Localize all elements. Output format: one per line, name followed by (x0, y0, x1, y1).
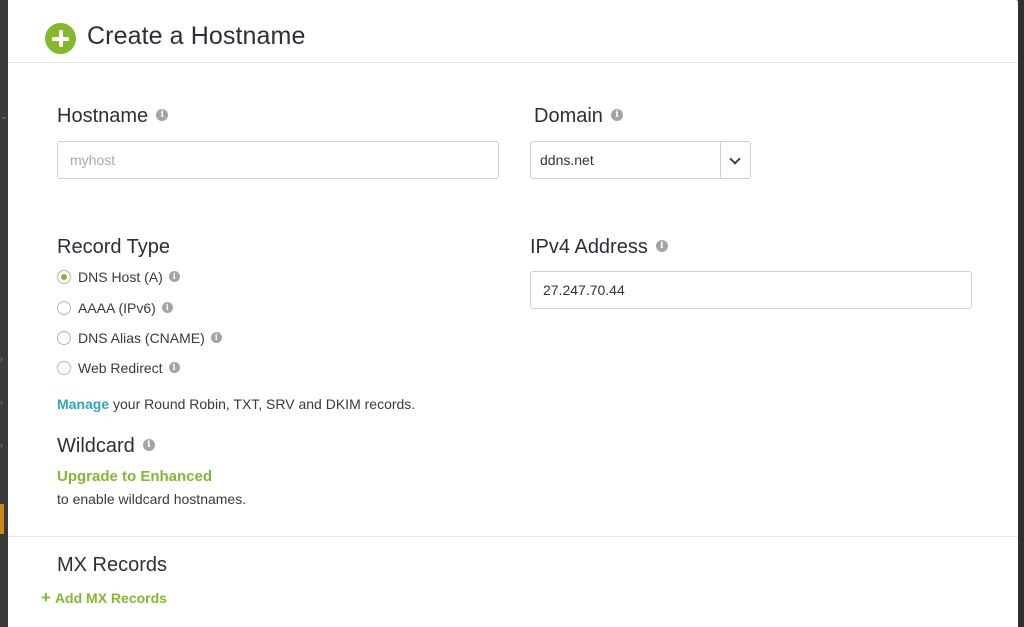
radio-option-label: Web Redirect (78, 360, 163, 376)
create-hostname-modal: Create a Hostname Hostnamei Domaini ddns… (8, 0, 1018, 627)
radio-option-label: DNS Host (A) (78, 269, 163, 285)
radio-option-label: DNS Alias (CNAME) (78, 330, 205, 346)
plus-circle-icon (45, 23, 76, 54)
wildcard-note: to enable wildcard hostnames. (57, 491, 247, 507)
backdrop-tab (0, 504, 4, 534)
info-icon[interactable]: i (142, 438, 155, 451)
radio-button[interactable] (57, 331, 71, 345)
mx-records-label: MX Records (57, 554, 167, 577)
info-icon[interactable]: i (610, 108, 623, 121)
mx-records-label-text: MX Records (57, 554, 168, 576)
radio-option-label: AAAA (IPv6) (78, 300, 156, 316)
info-icon[interactable]: i (210, 331, 222, 343)
info-icon[interactable]: i (161, 301, 173, 313)
radio-button[interactable] (57, 270, 71, 284)
wildcard-label-text: Wildcard (57, 435, 135, 457)
chevron-right-icon: › (0, 397, 3, 407)
radio-option-aaaa[interactable]: AAAA (IPv6) i (57, 299, 173, 317)
record-type-label-text: Record Type (57, 236, 171, 258)
domain-select-toggle[interactable] (720, 142, 750, 178)
chevron-right-icon: › (0, 354, 3, 364)
page-title: Create a Hostname (87, 22, 306, 50)
info-icon[interactable]: i (655, 239, 668, 252)
radio-option-web-redirect[interactable]: Web Redirect i (57, 359, 180, 377)
hostname-input[interactable] (57, 141, 499, 179)
domain-select[interactable]: ddns.net (530, 141, 751, 179)
plus-icon: + (41, 588, 51, 607)
hostname-label-text: Hostname (57, 105, 149, 127)
add-mx-records-label: Add MX Records (54, 590, 167, 606)
radio-button[interactable] (57, 301, 71, 315)
manage-text: your Round Robin, TXT, SRV and DKIM reco… (113, 396, 416, 412)
chevron-right-icon: › (0, 440, 3, 450)
chevron-down-icon: ⌄ (0, 111, 8, 121)
upgrade-link[interactable]: Upgrade to Enhanced (57, 468, 212, 485)
ipv4-label-text: IPv4 Address (530, 236, 648, 258)
record-type-label: Record Type (57, 236, 170, 259)
hostname-label: Hostname i (57, 105, 169, 128)
info-icon[interactable]: i (168, 361, 180, 373)
backdrop-left: ⌄ › › › (0, 0, 8, 627)
wildcard-label: Wildcard i (57, 435, 155, 458)
domain-label-text: Domain (534, 105, 603, 127)
ipv4-input[interactable] (530, 271, 972, 309)
modal-header: Create a Hostname (8, 0, 1018, 63)
domain-label: Domain i (534, 105, 623, 128)
section-divider (8, 536, 1018, 537)
info-icon[interactable]: i (156, 108, 169, 121)
ipv4-label: IPv4 Address i (530, 236, 668, 259)
manage-records-line: Manage your Round Robin, TXT, SRV and DK… (57, 396, 415, 412)
backdrop-right (1018, 0, 1024, 627)
domain-select-value: ddns.net (540, 152, 594, 168)
info-icon[interactable]: i (168, 270, 180, 282)
chevron-down-icon (729, 153, 741, 165)
radio-button[interactable] (57, 361, 71, 375)
manage-link[interactable]: Manage (57, 396, 109, 412)
radio-option-cname[interactable]: DNS Alias (CNAME) i (57, 329, 222, 347)
radio-option-a[interactable]: DNS Host (A) i (57, 268, 180, 286)
add-mx-records-button[interactable]: + Add MX Records (41, 588, 167, 608)
